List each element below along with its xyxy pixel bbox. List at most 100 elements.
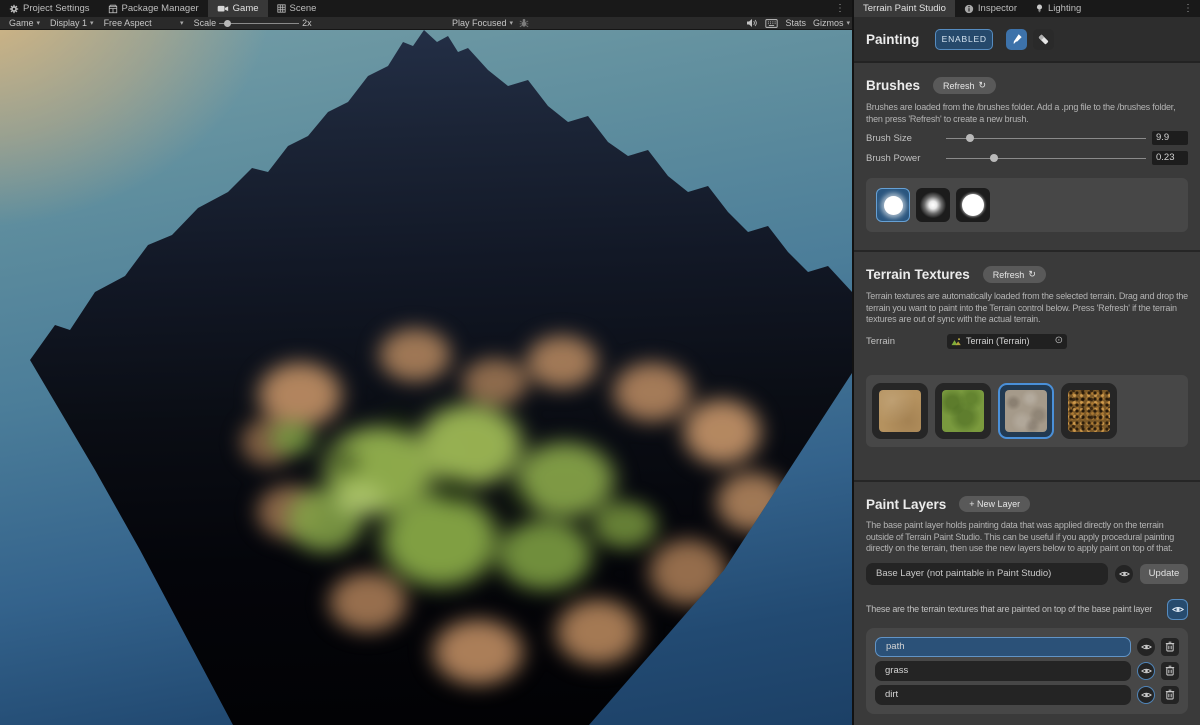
terrain-object-value: Terrain (Terrain) (966, 336, 1051, 346)
refresh-label: Refresh (943, 81, 975, 91)
brush-tool-button[interactable] (1006, 29, 1027, 50)
brushes-refresh-button[interactable]: Refresh ↻ (933, 77, 996, 94)
texture-tile-grass[interactable] (935, 383, 991, 439)
play-focused-dropdown[interactable]: Play Focused ▾ (452, 18, 513, 28)
texture-palette (866, 375, 1188, 447)
brush-tile-faded-blob[interactable] (916, 188, 950, 222)
tab-project-settings[interactable]: Project Settings (0, 0, 99, 17)
terrain-object-field[interactable]: Terrain (Terrain) ⊙ (947, 334, 1067, 349)
debug-bug-icon[interactable] (519, 18, 529, 28)
brush-size-slider[interactable] (946, 132, 1146, 144)
terrain-textures-title: Terrain Textures (866, 267, 970, 282)
tab-lighting[interactable]: Lighting (1026, 0, 1090, 17)
paint-layers-description: The base paint layer holds painting data… (866, 520, 1188, 555)
tab-package-manager[interactable]: Package Manager (99, 0, 208, 17)
layer-name-field-path[interactable]: path (875, 637, 1131, 657)
tab-label: Terrain Paint Studio (863, 3, 946, 14)
tab-game[interactable]: Game (208, 0, 268, 17)
view-mode-dropdown[interactable]: Game ▾ (4, 18, 45, 28)
scale-value: 2x (302, 18, 312, 28)
gizmos-dropdown[interactable]: Gizmos ▾ (813, 18, 850, 28)
bulb-icon (1035, 3, 1044, 14)
layer-row-dirt: dirt (875, 685, 1179, 705)
brush-palette (866, 178, 1188, 232)
base-layer-visibility-button[interactable] (1115, 565, 1133, 583)
object-picker-icon[interactable]: ⊙ (1055, 336, 1063, 346)
brush-power-label: Brush Power (866, 153, 946, 164)
layer-visibility-button-grass[interactable] (1137, 662, 1155, 680)
chevron-down-icon: ▾ (90, 19, 94, 27)
texture-preview-stone (1005, 390, 1047, 432)
panel-menu-icon[interactable]: ⋮ (1176, 0, 1200, 17)
trash-icon (1165, 665, 1175, 676)
brush-size-label: Brush Size (866, 133, 946, 144)
brush-power-value[interactable]: 0.23 (1152, 151, 1188, 165)
tab-label: Package Manager (122, 3, 199, 14)
refresh-label: Refresh (993, 270, 1025, 280)
tab-scene[interactable]: Scene (268, 0, 326, 17)
chevron-down-icon: ▾ (37, 19, 41, 27)
terrain-field-label: Terrain (866, 336, 947, 347)
texture-tile-sand[interactable] (872, 383, 928, 439)
scale-slider-thumb[interactable] (224, 20, 231, 27)
eye-icon (1141, 643, 1152, 651)
scale-slider[interactable] (219, 19, 299, 28)
base-layer-update-button[interactable]: Update (1140, 564, 1188, 584)
brush-power-row: Brush Power 0.23 (866, 151, 1188, 165)
painting-enabled-button[interactable]: ENABLED (935, 29, 993, 50)
eraser-icon (1037, 33, 1050, 46)
tab-label: Game (233, 3, 259, 14)
terrain-textures-section: Terrain Textures Refresh ↻ Terrain textu… (854, 250, 1200, 480)
new-layer-button[interactable]: + New Layer (959, 496, 1030, 512)
brush-size-slider-thumb[interactable] (966, 134, 974, 142)
layer-visibility-button-dirt[interactable] (1137, 686, 1155, 704)
display-label: Display 1 (50, 18, 87, 28)
layer-name-field-dirt[interactable]: dirt (875, 685, 1131, 705)
play-focused-label: Play Focused (452, 18, 507, 28)
base-layer-field[interactable]: Base Layer (not paintable in Paint Studi… (866, 563, 1108, 585)
layer-name-field-grass[interactable]: grass (875, 661, 1131, 681)
brush-power-slider[interactable] (946, 152, 1146, 164)
brush-size-value[interactable]: 9.9 (1152, 131, 1188, 145)
game-view-toolbar: Game ▾ Display 1 ▾ Free Aspect ▾ Scale 2… (0, 17, 852, 30)
layers-note: These are the terrain textures that are … (866, 604, 1152, 614)
texture-preview-grass (942, 390, 984, 432)
mute-audio-icon[interactable] (746, 18, 758, 28)
tab-terrain-paint-studio[interactable]: Terrain Paint Studio (854, 0, 955, 17)
trash-icon (1165, 689, 1175, 700)
gizmos-label: Gizmos (813, 18, 844, 28)
brush-tile-hard-round[interactable] (956, 188, 990, 222)
layer-delete-button-path[interactable] (1161, 638, 1179, 656)
gear-icon (9, 4, 19, 14)
brush-tile-soft-round-selected[interactable] (876, 188, 910, 222)
eye-icon (1172, 605, 1184, 614)
eye-icon (1141, 691, 1152, 699)
layer-delete-button-dirt[interactable] (1161, 686, 1179, 704)
brush-size-row: Brush Size 9.9 (866, 131, 1188, 145)
display-dropdown[interactable]: Display 1 ▾ (45, 18, 99, 28)
game-window: Project Settings Package Manager Game Sc… (0, 0, 852, 725)
refresh-icon: ↻ (979, 80, 987, 91)
view-mode-label: Game (9, 18, 34, 28)
layer-row-path: path (875, 637, 1179, 657)
tab-label: Project Settings (23, 3, 90, 14)
texture-tile-stone-selected[interactable] (998, 383, 1054, 439)
panel-tab-bar: Terrain Paint Studio Inspector Lighting … (854, 0, 1200, 17)
texture-tile-gravel[interactable] (1061, 383, 1117, 439)
aspect-dropdown[interactable]: Free Aspect ▾ (99, 18, 189, 28)
chevron-down-icon: ▾ (180, 19, 184, 27)
brush-power-slider-thumb[interactable] (990, 154, 998, 162)
all-layers-visibility-button[interactable] (1167, 599, 1188, 620)
vsync-layout-icon[interactable] (765, 19, 778, 28)
eraser-tool-button[interactable] (1033, 29, 1054, 50)
game-window-menu-icon[interactable]: ⋮ (828, 0, 852, 17)
game-viewport[interactable] (0, 30, 852, 725)
layer-delete-button-grass[interactable] (1161, 662, 1179, 680)
scale-control: Scale 2x (189, 18, 317, 28)
texture-preview-sand (879, 390, 921, 432)
textures-refresh-button[interactable]: Refresh ↻ (983, 266, 1046, 283)
aspect-label: Free Aspect (104, 18, 177, 28)
tab-inspector[interactable]: Inspector (955, 0, 1026, 17)
stats-button[interactable]: Stats (785, 18, 806, 28)
layer-visibility-button-path[interactable] (1137, 638, 1155, 656)
